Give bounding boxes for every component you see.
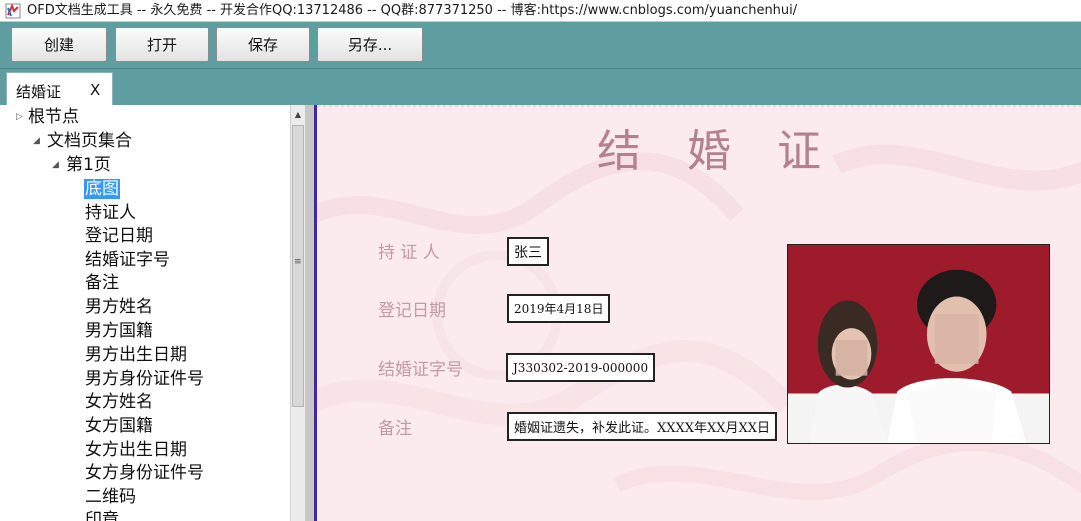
tree-view: ▷ 根节点 ◢ 文档页集合 ◢ 第1页 底图 持证人 登记日期 结婚证字号 备注… — [6, 105, 290, 521]
tree-node-cert-no[interactable]: 结婚证字号 — [85, 249, 170, 272]
field-holder[interactable]: 张三 — [507, 237, 549, 266]
label-cert-no: 结婚证字号 — [378, 360, 463, 380]
couple-photo[interactable] — [787, 244, 1050, 444]
label-holder: 持 证 人 — [378, 243, 440, 263]
collapse-arrow-icon[interactable]: ◢ — [33, 136, 40, 146]
tab-strip: 结婚证 X — [0, 68, 1081, 106]
tree-node-male-birth[interactable]: 男方出生日期 — [85, 344, 187, 367]
save-button[interactable]: 保存 — [216, 27, 310, 62]
window-title: OFD文档生成工具 -- 永久免费 -- 开发合作QQ:13712486 -- … — [27, 3, 798, 18]
field-cert-no[interactable]: J330302-2019-000000 — [506, 353, 656, 382]
tree-node-qrcode[interactable]: 二维码 — [85, 486, 136, 509]
tree-node-male-id[interactable]: 男方身份证件号 — [85, 368, 204, 391]
save-as-button[interactable]: 另存... — [317, 27, 423, 62]
label-reg-date: 登记日期 — [378, 301, 446, 321]
expand-arrow-icon[interactable]: ▷ — [16, 112, 23, 122]
tree-node-male-name[interactable]: 男方姓名 — [85, 296, 153, 319]
tree-scrollbar[interactable]: ▲ ≡ — [290, 105, 305, 521]
grip-icon: ≡ — [294, 257, 302, 267]
document-canvas: 结婚证 持 证 人 张三 登记日期 2019年4月18日 结婚证字号 J3303… — [317, 105, 1081, 521]
tree-node-remark[interactable]: 备注 — [85, 272, 119, 295]
tree-node-base-image[interactable]: 底图 — [84, 178, 120, 201]
app-logo-icon — [5, 3, 21, 19]
tree-node-seal[interactable]: 印章 — [85, 509, 119, 521]
label-remark: 备注 — [378, 419, 412, 439]
title-bar: OFD文档生成工具 -- 永久免费 -- 开发合作QQ:13712486 -- … — [0, 0, 1081, 22]
tree-node-female-nationality[interactable]: 女方国籍 — [85, 415, 153, 438]
tree-node-female-id[interactable]: 女方身份证件号 — [85, 462, 204, 485]
field-reg-date[interactable]: 2019年4月18日 — [507, 294, 611, 323]
tree-node-male-nationality[interactable]: 男方国籍 — [85, 320, 153, 343]
open-button[interactable]: 打开 — [115, 27, 209, 62]
tree-node-female-name[interactable]: 女方姓名 — [85, 391, 153, 414]
tab-label: 结婚证 — [16, 83, 62, 101]
field-remark[interactable]: 婚姻证遗失，补发此证。XXXX年XX月XX日 — [507, 412, 778, 441]
tree-node-reg-date[interactable]: 登记日期 — [85, 225, 153, 248]
toolbar: 创建 打开 保存 另存... — [0, 22, 1081, 68]
collapse-arrow-icon[interactable]: ◢ — [52, 160, 59, 170]
tree-node-root[interactable]: 根节点 — [28, 106, 79, 129]
certificate-title: 结婚证 — [597, 126, 867, 177]
create-button[interactable]: 创建 — [11, 27, 107, 62]
tree-node-page1[interactable]: 第1页 — [66, 154, 111, 177]
tree-node-pages[interactable]: 文档页集合 — [47, 130, 132, 153]
tab-marriage-certificate[interactable]: 结婚证 X — [6, 72, 113, 106]
tab-close-button[interactable]: X — [90, 81, 100, 99]
tree-node-female-birth[interactable]: 女方出生日期 — [85, 439, 187, 462]
scroll-up-arrow-icon[interactable]: ▲ — [291, 107, 305, 122]
tree-node-holder[interactable]: 持证人 — [85, 202, 136, 225]
